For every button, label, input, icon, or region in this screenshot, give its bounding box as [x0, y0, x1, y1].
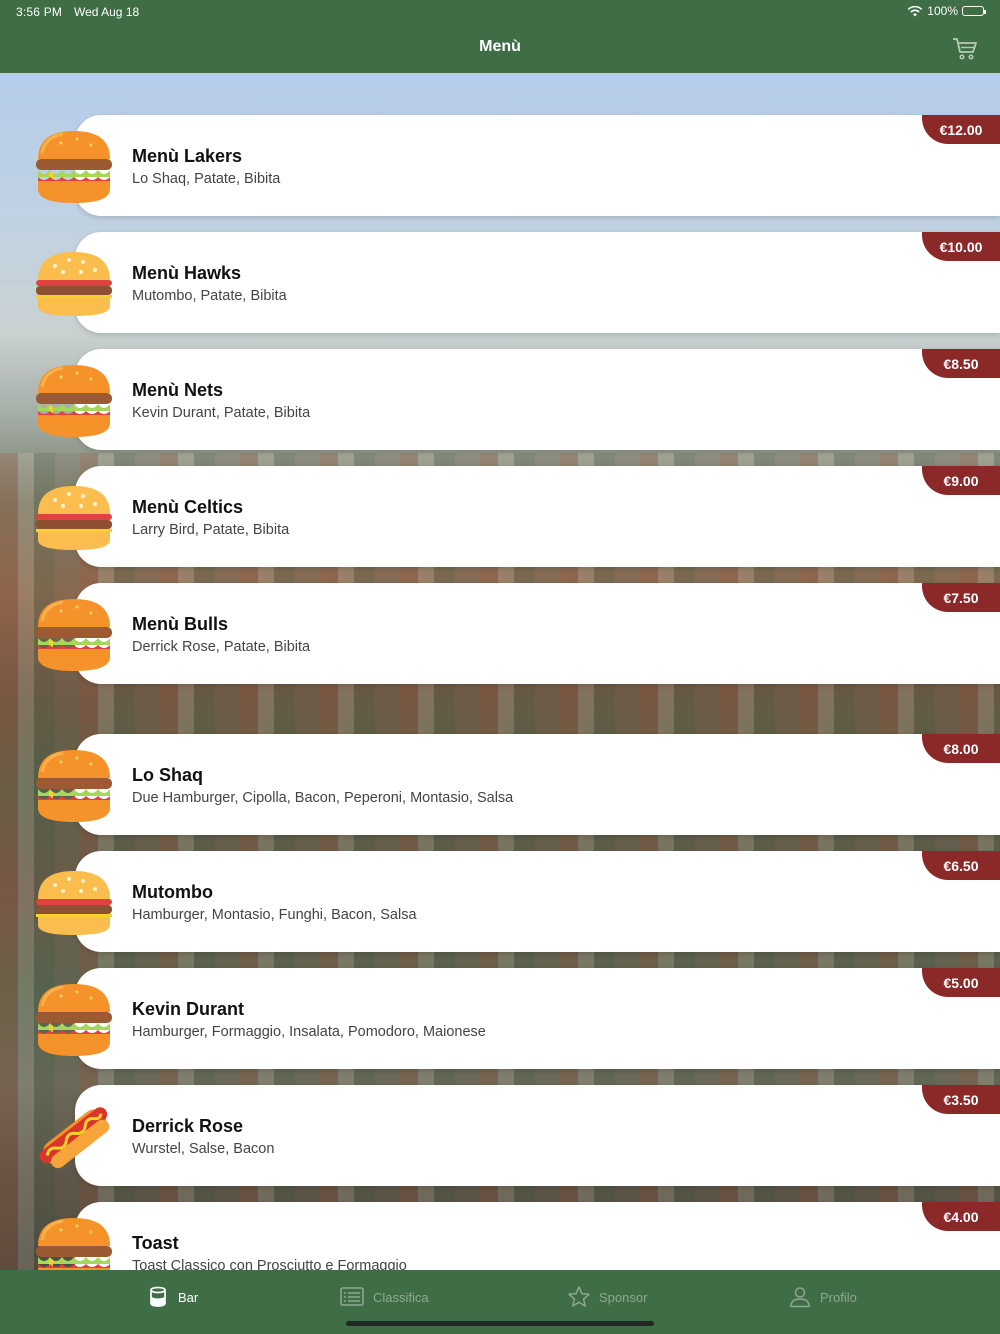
item-name: Derrick Rose — [132, 1116, 244, 1136]
wifi-icon — [908, 5, 923, 17]
menu-list[interactable]: €12.00 Menù Lakers Lo Shaq, Patate, Bibi… — [0, 73, 1000, 1270]
item-description: Lo Shaq, Patate, Bibita — [132, 171, 281, 187]
hotdog-icon — [33, 1095, 115, 1177]
menu-item-card[interactable]: €4.00 Toast Toast Classico con Prosciutt… — [75, 1202, 1000, 1270]
cheeseburger-icon — [33, 242, 115, 324]
tab-sponsor-label: Sponsor — [599, 1289, 648, 1305]
status-date: Wed Aug 18 — [74, 5, 140, 19]
item-name: Menù Bulls — [132, 614, 229, 634]
battery-percentage: 100% — [927, 4, 958, 18]
item-name: Menù Lakers — [132, 146, 243, 166]
item-description: Toast Classico con Prosciutto e Formaggi… — [132, 1258, 407, 1270]
home-indicator — [346, 1321, 654, 1326]
person-icon — [790, 1287, 810, 1308]
price-tag: €5.00 — [922, 968, 1000, 997]
burger-icon — [33, 978, 115, 1060]
menu-item-card[interactable]: €8.50 Menù Nets Kevin Durant, Patate, Bi… — [75, 349, 1000, 450]
burger-icon — [33, 593, 115, 675]
menu-item-card[interactable]: €12.00 Menù Lakers Lo Shaq, Patate, Bibi… — [75, 115, 1000, 216]
price-tag: €9.00 — [922, 466, 1000, 495]
price-tag: €12.00 — [922, 115, 1000, 144]
item-description: Wurstel, Salse, Bacon — [132, 1141, 275, 1157]
price-tag: €8.00 — [922, 734, 1000, 763]
burger-icon — [33, 1212, 115, 1270]
list-icon — [340, 1287, 364, 1306]
item-name: Kevin Durant — [132, 999, 245, 1019]
star-icon — [568, 1286, 590, 1307]
item-description: Derrick Rose, Patate, Bibita — [132, 639, 311, 655]
price-tag: €10.00 — [922, 232, 1000, 261]
price-tag: €6.50 — [922, 851, 1000, 880]
price-tag: €7.50 — [922, 583, 1000, 612]
navigation-bar: 3:56 PM Wed Aug 18 100% Menù — [0, 0, 1000, 73]
item-description: Mutombo, Patate, Bibita — [132, 288, 287, 304]
menu-item-card[interactable]: €8.00 Lo Shaq Due Hamburger, Cipolla, Ba… — [75, 734, 1000, 835]
cheeseburger-icon — [33, 861, 115, 943]
status-time: 3:56 PM — [16, 5, 63, 19]
menu-item-card[interactable]: €3.50 Derrick Rose Wurstel, Salse, Bacon — [75, 1085, 1000, 1186]
status-indicators: 100% — [907, 4, 986, 18]
item-name: Lo Shaq — [132, 765, 203, 785]
tab-classifica[interactable]: Classifica — [339, 1284, 429, 1310]
tab-bar[interactable]: Bar — [146, 1284, 198, 1310]
item-name: Menù Hawks — [132, 263, 242, 283]
tab-profilo-label: Profilo — [820, 1289, 857, 1305]
price-tag: €3.50 — [922, 1085, 1000, 1114]
burger-icon — [33, 359, 115, 441]
item-description: Hamburger, Formaggio, Insalata, Pomodoro… — [132, 1024, 486, 1040]
item-description: Kevin Durant, Patate, Bibita — [132, 405, 311, 421]
battery-icon — [962, 6, 986, 16]
tab-sponsor[interactable]: Sponsor — [567, 1284, 647, 1310]
item-name: Menù Nets — [132, 380, 224, 400]
tab-bar-label: Bar — [178, 1289, 199, 1305]
cup-icon — [150, 1286, 166, 1307]
menu-item-card[interactable]: €9.00 Menù Celtics Larry Bird, Patate, B… — [75, 466, 1000, 567]
burger-icon — [33, 125, 115, 207]
price-tag: €8.50 — [922, 349, 1000, 378]
item-name: Menù Celtics — [132, 497, 244, 517]
menu-item-card[interactable]: €5.00 Kevin Durant Hamburger, Formaggio,… — [75, 968, 1000, 1069]
item-description: Due Hamburger, Cipolla, Bacon, Peperoni,… — [132, 790, 514, 806]
burger-icon — [33, 744, 115, 826]
cart-icon[interactable] — [952, 37, 978, 61]
item-description: Larry Bird, Patate, Bibita — [132, 522, 290, 538]
item-description: Hamburger, Montasio, Funghi, Bacon, Sals… — [132, 907, 417, 923]
item-name: Toast — [132, 1233, 179, 1253]
tab-classifica-label: Classifica — [373, 1289, 429, 1305]
cheeseburger-icon — [33, 476, 115, 558]
menu-item-card[interactable]: €6.50 Mutombo Hamburger, Montasio, Fungh… — [75, 851, 1000, 952]
tab-profilo[interactable]: Profilo — [788, 1284, 857, 1310]
menu-item-card[interactable]: €7.50 Menù Bulls Derrick Rose, Patate, B… — [75, 583, 1000, 684]
item-name: Mutombo — [132, 882, 213, 902]
menu-item-card[interactable]: €10.00 Menù Hawks Mutombo, Patate, Bibit… — [75, 232, 1000, 333]
page-title: Menù — [479, 38, 521, 55]
price-tag: €4.00 — [922, 1202, 1000, 1231]
